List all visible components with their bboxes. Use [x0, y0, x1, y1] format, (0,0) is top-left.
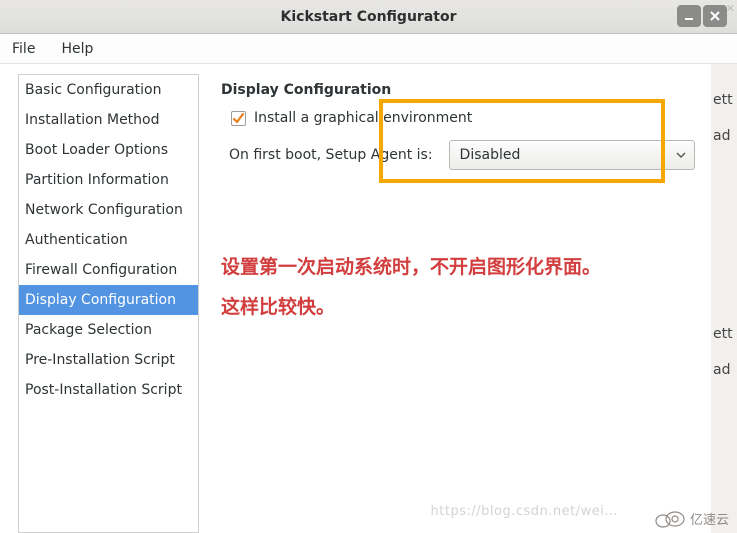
sidebar-item-pre-script[interactable]: Pre-Installation Script	[19, 345, 198, 375]
watermark-logo: 亿速云	[653, 508, 729, 528]
watermark-url: https://blog.csdn.net/wei…	[431, 504, 618, 519]
sidebar-item-basic[interactable]: Basic Configuration	[19, 75, 198, 105]
sidebar-item-boot-loader[interactable]: Boot Loader Options	[19, 135, 198, 165]
menubar: File Help	[0, 34, 737, 64]
sidebar-item-auth[interactable]: Authentication	[19, 225, 198, 255]
window-controls	[677, 5, 727, 27]
sidebar-item-display[interactable]: Display Configuration	[19, 285, 198, 315]
bg-text: ad	[713, 128, 730, 144]
bg-text: ad	[713, 362, 730, 378]
sidebar-item-firewall[interactable]: Firewall Configuration	[19, 255, 198, 285]
sidebar: Basic Configuration Installation Method …	[18, 74, 199, 533]
panel-title: Display Configuration	[221, 82, 717, 98]
background-strip: ett ad ett ad	[711, 64, 737, 533]
window-title: Kickstart Configurator	[281, 9, 457, 25]
sidebar-item-install-method[interactable]: Installation Method	[19, 105, 198, 135]
annotation-line2: 这样比较快。	[221, 288, 601, 328]
sidebar-item-package[interactable]: Package Selection	[19, 315, 198, 345]
menu-file[interactable]: File	[6, 38, 41, 60]
bg-text: ett	[713, 92, 733, 108]
outer-close-icon: ✕	[726, 2, 735, 15]
close-button[interactable]	[703, 5, 727, 27]
sidebar-item-network[interactable]: Network Configuration	[19, 195, 198, 225]
install-graphical-label: Install a graphical environment	[254, 110, 472, 126]
chevron-down-icon	[676, 150, 686, 160]
sidebar-item-post-script[interactable]: Post-Installation Script	[19, 375, 198, 405]
minimize-button[interactable]	[677, 5, 701, 27]
sidebar-item-partition[interactable]: Partition Information	[19, 165, 198, 195]
bg-text: ett	[713, 326, 733, 342]
annotation-text: 设置第一次启动系统时，不开启图形化界面。 这样比较快。	[221, 248, 601, 328]
setup-agent-value: Disabled	[460, 147, 521, 163]
setup-agent-select[interactable]: Disabled	[449, 140, 695, 170]
setup-agent-label: On first boot, Setup Agent is:	[229, 147, 433, 163]
check-icon	[232, 112, 245, 125]
setup-agent-row: On first boot, Setup Agent is: Disabled	[229, 140, 717, 170]
install-graphical-row: Install a graphical environment	[231, 110, 717, 126]
titlebar: Kickstart Configurator	[0, 0, 737, 34]
cloud-icon	[653, 508, 687, 528]
install-graphical-checkbox[interactable]	[231, 111, 246, 126]
content-panel: Display Configuration Install a graphica…	[199, 64, 737, 533]
main-area: Basic Configuration Installation Method …	[0, 64, 737, 533]
menu-help[interactable]: Help	[55, 38, 99, 60]
annotation-line1: 设置第一次启动系统时，不开启图形化界面。	[221, 248, 601, 288]
watermark-logo-text: 亿速云	[690, 509, 729, 528]
